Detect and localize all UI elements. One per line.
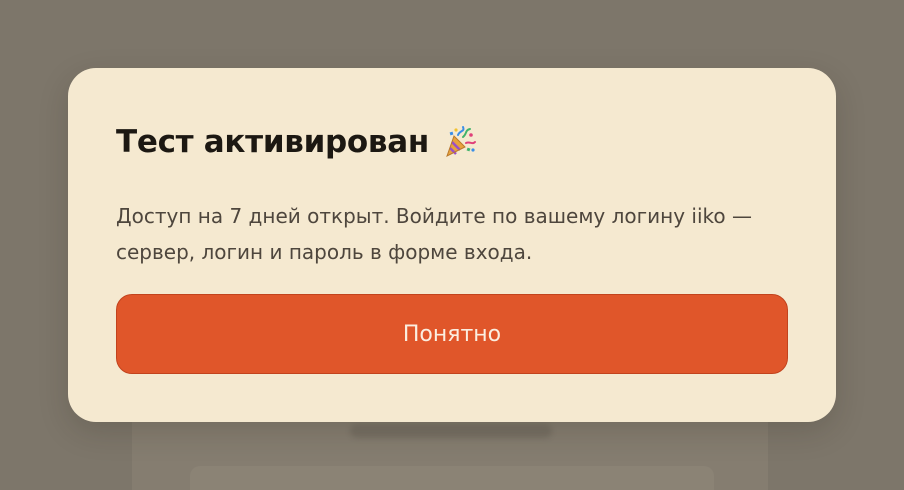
dialog-message: Доступ на 7 дней открыт. Войдите по ваше…	[116, 204, 752, 264]
party-popper-icon	[441, 124, 477, 160]
dialog-title-text: Тест активирован	[116, 124, 429, 160]
background-text	[350, 424, 552, 438]
confirm-button[interactable]: Понятно	[116, 294, 788, 374]
activation-dialog: Тест активирован Доступ на 7 дней открыт…	[68, 68, 836, 422]
background-field	[190, 466, 714, 490]
dialog-title: Тест активирован	[116, 124, 477, 160]
